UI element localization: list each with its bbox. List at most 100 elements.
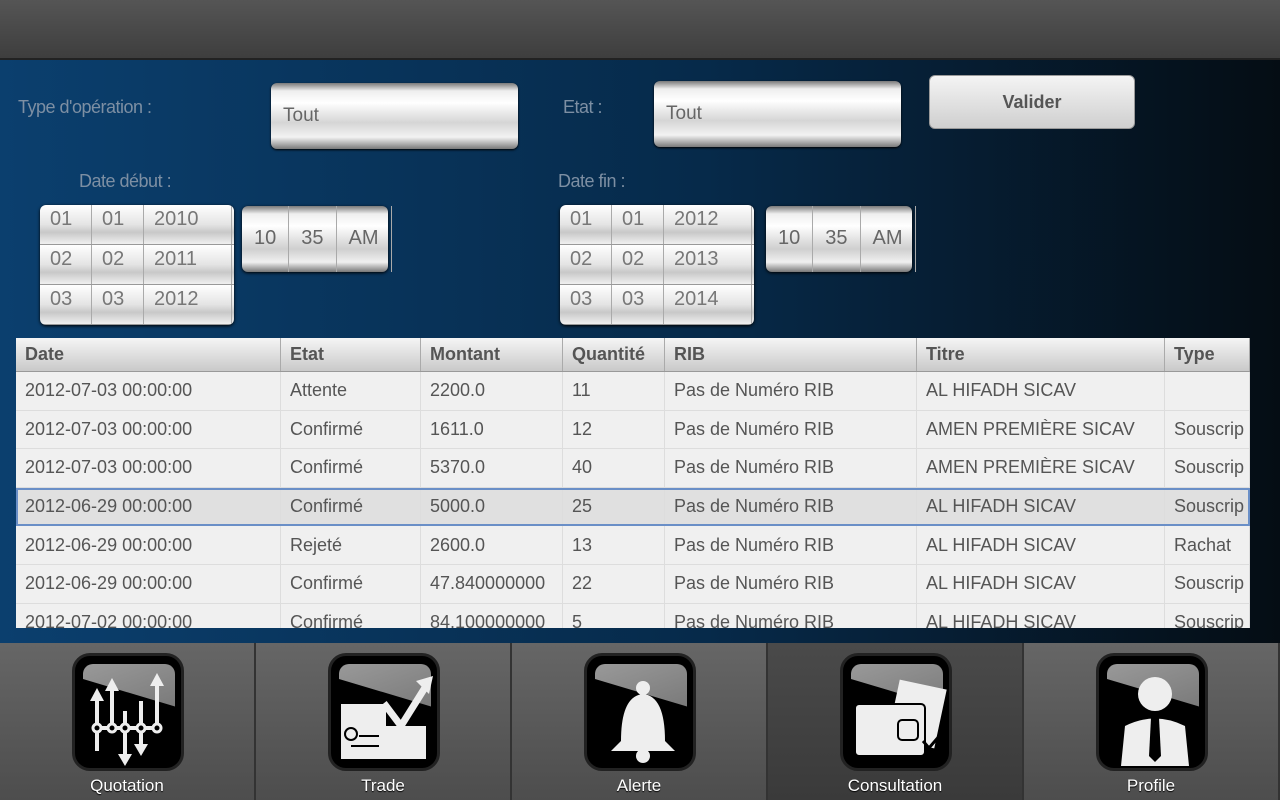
- table-cell: Pas de Numéro RIB: [665, 449, 917, 487]
- table-cell: 22: [563, 564, 665, 603]
- table-row[interactable]: 2012-06-29 00:00:00 Confirmé 47.840000000 2…: [16, 564, 1250, 604]
- table-cell: Rachat: [1165, 526, 1250, 564]
- end-date-label: Date fin :: [558, 171, 626, 191]
- table-cell: Confirmé: [281, 449, 421, 487]
- table-cell: AL HIFADH SICAV: [917, 526, 1165, 564]
- table-cell: 84.100000000: [421, 603, 563, 628]
- wallet-icon: [840, 653, 952, 771]
- table-cell: Souscrip: [1165, 487, 1250, 526]
- table-cell: AL HIFADH SICAV: [917, 603, 1165, 628]
- start-date-picker[interactable]: 01 01 2010 02 02 2011 03 03 2012: [40, 205, 234, 325]
- table-cell: Confirmé: [281, 564, 421, 603]
- nav-item-alerte[interactable]: Alerte: [512, 643, 768, 800]
- start-time-picker[interactable]: 10 35 AM: [242, 206, 392, 272]
- picker-value: 2011: [144, 245, 232, 284]
- table-cell: 2012-06-29 00:00:00: [16, 526, 281, 564]
- nav-label: Trade: [361, 776, 405, 795]
- table-row[interactable]: 2012-07-03 00:00:00 Confirmé 5370.0 40 Pas d…: [16, 449, 1250, 488]
- table-cell: Pas de Numéro RIB: [665, 564, 917, 603]
- picker-value: 2012: [664, 205, 752, 244]
- time-value[interactable]: 10: [242, 206, 290, 272]
- column-header[interactable]: Etat: [281, 338, 421, 371]
- nav-item-profile[interactable]: Profile: [1024, 643, 1280, 800]
- top-bar: [0, 0, 1280, 60]
- table-row[interactable]: 2012-07-02 00:00:00 Confirmé 84.100000000 5…: [16, 603, 1250, 628]
- end-date-picker[interactable]: 01 01 2012 02 02 2013 03 03 2014: [560, 205, 754, 325]
- picker-value: 01: [40, 205, 92, 244]
- column-header[interactable]: RIB: [665, 338, 917, 371]
- table-cell: 47.840000000: [421, 564, 563, 603]
- column-header[interactable]: Quantité: [563, 338, 665, 371]
- time-value[interactable]: AM: [861, 206, 916, 272]
- time-value[interactable]: 35: [289, 206, 337, 272]
- table-cell: AL HIFADH SICAV: [917, 564, 1165, 603]
- table-cell: 2012-07-03 00:00:00: [16, 372, 281, 410]
- table-cell: 2012-06-29 00:00:00: [16, 487, 281, 526]
- table-cell: 2200.0: [421, 372, 563, 410]
- picker-value: 03: [612, 285, 664, 324]
- end-time-picker[interactable]: 10 35 AM: [766, 206, 916, 272]
- etat-select[interactable]: Tout: [654, 81, 901, 147]
- picker-row[interactable]: 01 01 2012: [560, 205, 754, 245]
- table-cell: 2012-07-03 00:00:00: [16, 410, 281, 449]
- etat-label: Etat :: [563, 97, 603, 117]
- table-cell: Souscrip: [1165, 410, 1250, 449]
- picker-row[interactable]: 03 03 2012: [40, 285, 234, 325]
- table-cell: Souscrip: [1165, 603, 1250, 628]
- table-row[interactable]: 2012-07-03 00:00:00 Confirmé 1611.0 12 Pas d…: [16, 410, 1250, 450]
- picker-value: 02: [40, 245, 92, 284]
- validate-button[interactable]: Valider: [929, 75, 1135, 129]
- table-cell: 12: [563, 410, 665, 449]
- table-cell: AMEN PREMIÈRE SICAV: [917, 410, 1165, 449]
- quotation-arrows-icon: [72, 653, 184, 771]
- column-header[interactable]: Type: [1165, 338, 1250, 371]
- time-value[interactable]: 10: [766, 206, 814, 272]
- bottom-nav: Quotation Trade Alerte Consultation Profile: [0, 643, 1280, 800]
- nav-label: Consultation: [847, 776, 943, 795]
- table-cell: Attente: [281, 372, 421, 410]
- user-icon: [1096, 653, 1208, 771]
- table-cell: 13: [563, 526, 665, 564]
- table-row[interactable]: 2012-06-29 00:00:00 Confirmé 5000.0 25 Pas d…: [16, 487, 1250, 527]
- table-row[interactable]: 2012-07-03 00:00:00 Attente 2200.0 11 Pas de…: [16, 372, 1250, 411]
- picker-row[interactable]: 03 03 2014: [560, 285, 754, 325]
- table-cell: 5: [563, 603, 665, 628]
- table-cell: 2012-07-03 00:00:00: [16, 449, 281, 487]
- picker-value: 02: [612, 245, 664, 284]
- nav-label: Alerte: [616, 776, 662, 795]
- picker-value: 2013: [664, 245, 752, 284]
- operations-table[interactable]: Date Etat Montant Quantité RIB Titre Type 2012-…: [16, 338, 1250, 628]
- picker-value: 03: [92, 285, 144, 324]
- nav-item-trade[interactable]: Trade: [256, 643, 512, 800]
- picker-value: 02: [92, 245, 144, 284]
- table-cell: Confirmé: [281, 410, 421, 449]
- table-cell: Pas de Numéro RIB: [665, 410, 917, 449]
- table-cell: Confirmé: [281, 603, 421, 628]
- table-cell: Confirmé: [281, 487, 421, 526]
- table-cell: 2600.0: [421, 526, 563, 564]
- table-cell: Pas de Numéro RIB: [665, 487, 917, 526]
- picker-value: 03: [560, 285, 612, 324]
- type-operation-select[interactable]: Tout: [271, 83, 518, 149]
- column-header[interactable]: Montant: [421, 338, 563, 371]
- table-cell: Pas de Numéro RIB: [665, 372, 917, 410]
- time-value[interactable]: AM: [337, 206, 392, 272]
- picker-value: 01: [560, 205, 612, 244]
- nav-item-consultation[interactable]: Consultation: [768, 643, 1024, 800]
- table-row[interactable]: 2012-06-29 00:00:00 Rejeté 2600.0 13 Pas de …: [16, 526, 1250, 565]
- picker-value: 01: [92, 205, 144, 244]
- column-header[interactable]: Titre: [917, 338, 1165, 371]
- picker-value: 03: [40, 285, 92, 324]
- table-cell: 5370.0: [421, 449, 563, 487]
- picker-value: 02: [560, 245, 612, 284]
- picker-row[interactable]: 02 02 2013: [560, 245, 754, 285]
- picker-row[interactable]: 02 02 2011: [40, 245, 234, 285]
- table-cell: 5000.0: [421, 487, 563, 526]
- picker-value: 2012: [144, 285, 232, 324]
- time-value[interactable]: 35: [813, 206, 861, 272]
- nav-item-quotation[interactable]: Quotation: [0, 643, 256, 800]
- picker-row[interactable]: 01 01 2010: [40, 205, 234, 245]
- table-cell: AL HIFADH SICAV: [917, 487, 1165, 526]
- column-header[interactable]: Date: [16, 338, 281, 371]
- start-date-label: Date début :: [79, 171, 172, 191]
